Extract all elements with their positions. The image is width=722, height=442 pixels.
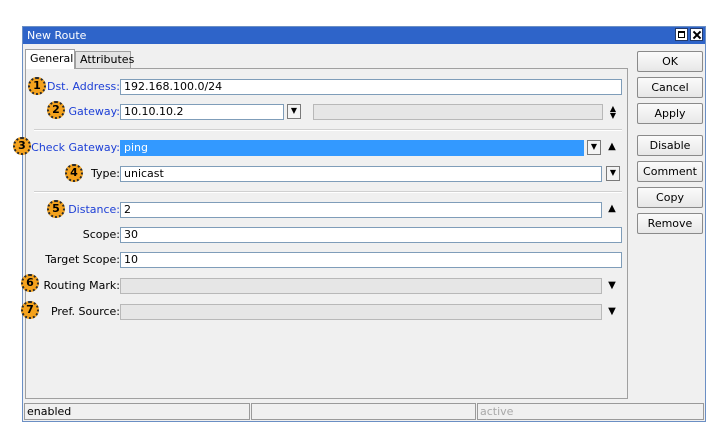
routing-mark-label: Routing Mark:	[43, 279, 120, 292]
divider	[34, 129, 622, 131]
check-gateway-dropdown-icon[interactable]: ▼	[587, 140, 601, 155]
callout-badge-7: 7	[21, 301, 39, 319]
triangle-up-icon[interactable]: ▲	[606, 140, 618, 154]
routing-mark-field[interactable]	[120, 278, 602, 294]
target-scope-field[interactable]: 10	[120, 252, 622, 268]
scope-label: Scope:	[82, 228, 120, 241]
callout-badge-4: 4	[65, 164, 83, 182]
gateway-field[interactable]: 10.10.10.2	[120, 104, 284, 120]
triangle-down-icon[interactable]: ▼	[606, 305, 618, 319]
remove-button[interactable]: Remove	[637, 213, 703, 234]
new-route-window: New Route General Attributes Dst. Addres…	[22, 26, 706, 422]
dst-address-field[interactable]: 192.168.100.0/24	[120, 79, 622, 95]
ok-button[interactable]: OK	[637, 51, 703, 72]
tab-attributes[interactable]: Attributes	[75, 51, 134, 68]
gateway-second-field	[313, 104, 603, 120]
callout-badge-3: 3	[13, 137, 31, 155]
callout-badge-5: 5	[47, 200, 65, 218]
disable-button[interactable]: Disable	[637, 135, 703, 156]
check-gateway-label: Check Gateway:	[31, 141, 120, 154]
tab-general[interactable]: General	[25, 49, 75, 69]
cancel-button[interactable]: Cancel	[637, 77, 703, 98]
apply-button[interactable]: Apply	[637, 103, 703, 124]
type-dropdown-icon[interactable]: ▼	[606, 166, 620, 181]
general-panel: Dst. Address: 192.168.100.0/24 Gateway: …	[25, 68, 628, 399]
copy-button[interactable]: Copy	[637, 187, 703, 208]
gateway-label: Gateway:	[68, 105, 121, 118]
distance-label: Distance:	[68, 203, 120, 216]
type-select[interactable]: unicast	[120, 166, 602, 182]
up-down-arrows-icon[interactable]: ▲ ▼	[607, 105, 619, 120]
callout-badge-2: 2	[47, 101, 65, 119]
status-bar: enabled active	[23, 402, 705, 421]
target-scope-label: Target Scope:	[45, 253, 120, 266]
window-title: New Route	[27, 29, 87, 42]
comment-button[interactable]: Comment	[637, 161, 703, 182]
callout-badge-6: 6	[21, 274, 39, 292]
divider	[34, 191, 622, 193]
check-gateway-select[interactable]: ping	[120, 140, 584, 156]
status-active: active	[477, 403, 704, 420]
gateway-dropdown-icon[interactable]: ▼	[287, 104, 301, 119]
status-middle	[251, 403, 476, 420]
status-enabled: enabled	[24, 403, 250, 420]
pref-source-field[interactable]	[120, 304, 602, 320]
maximize-icon[interactable]	[675, 28, 688, 41]
scope-field[interactable]: 30	[120, 227, 622, 243]
callout-badge-1: 1	[28, 77, 46, 95]
close-icon[interactable]	[690, 28, 703, 41]
pref-source-label: Pref. Source:	[50, 305, 120, 318]
title-bar[interactable]: New Route	[23, 27, 705, 44]
triangle-up-icon[interactable]: ▲	[606, 202, 618, 216]
triangle-down-icon[interactable]: ▼	[606, 279, 618, 293]
distance-field[interactable]: 2	[120, 202, 602, 218]
